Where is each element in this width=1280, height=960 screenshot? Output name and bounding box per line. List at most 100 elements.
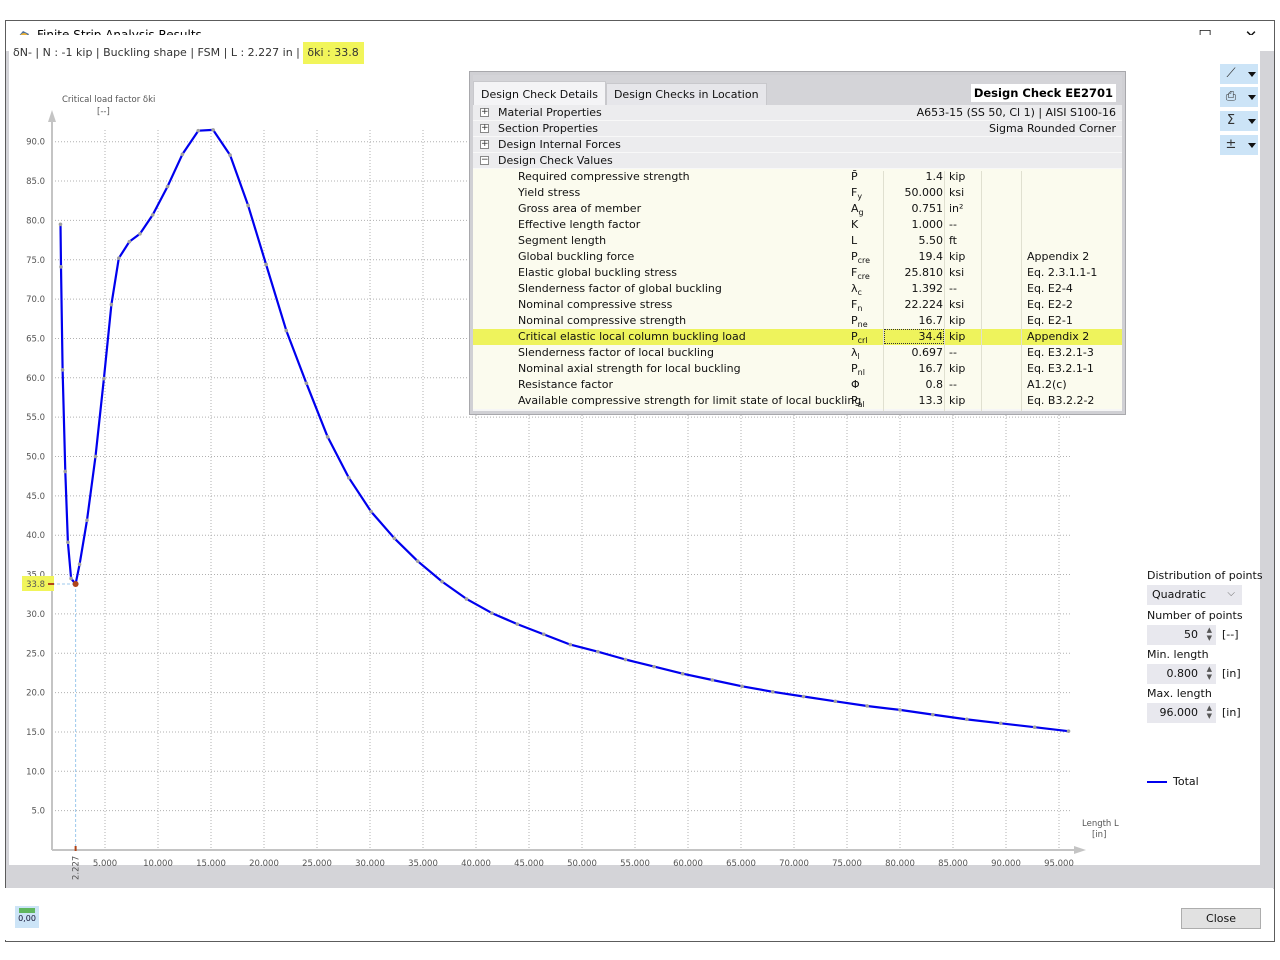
row-value: 16.7 (918, 362, 944, 375)
tab-design-check-details[interactable]: Design Check Details (473, 81, 606, 105)
row-value: 22.224 (904, 298, 944, 311)
row-unit: kip (949, 394, 966, 407)
check-value-row[interactable]: Available compressive strength for limit… (473, 393, 1122, 409)
x-tick-label: 85.000 (938, 859, 968, 869)
x-tick-label: 75.000 (832, 859, 862, 869)
data-point (304, 381, 309, 386)
tree-group-row[interactable]: + Design Internal Forces (473, 137, 1122, 153)
column-divider (1021, 171, 1022, 411)
chart-legend: Total (1147, 775, 1199, 788)
axis-scale-button[interactable]: ± (1220, 135, 1258, 155)
dropdown-caret-icon[interactable] (1248, 71, 1256, 77)
row-unit: ft (949, 234, 957, 247)
check-value-row[interactable]: Global buckling force Pcre 19.4 kip Appe… (473, 249, 1122, 265)
data-point (898, 708, 902, 712)
check-value-row[interactable]: Nominal axial strength for local bucklin… (473, 361, 1122, 377)
check-value-row[interactable]: Slenderness factor of global buckling λc… (473, 281, 1122, 297)
tree-group-row[interactable]: + Material Properties A653-15 (SS 50, Cl… (473, 105, 1122, 121)
tree-group-row[interactable]: − Design Check Values (473, 153, 1122, 169)
row-unit: kip (949, 330, 966, 343)
collapse-icon[interactable]: − (480, 156, 489, 165)
dropdown-caret-icon[interactable] (1248, 118, 1256, 124)
data-point (85, 518, 89, 523)
x-tick-label: 90.000 (991, 859, 1021, 869)
y-tick-label: 55.0 (26, 413, 45, 423)
dropdown-caret-icon[interactable] (1248, 94, 1256, 100)
max-length-input[interactable]: 96.000 ▲ ▼ (1147, 703, 1216, 723)
row-label: Global buckling force (518, 250, 635, 263)
expand-icon[interactable]: + (480, 108, 489, 117)
row-value: 19.4 (918, 250, 944, 263)
y-axis-arrow-icon (48, 110, 56, 122)
chevron-down-icon: ⌵ (1227, 588, 1235, 599)
row-reference: Eq. E2-2 (1027, 298, 1073, 311)
expand-icon[interactable]: + (480, 140, 489, 149)
min-length-label: Min. length (1147, 648, 1209, 661)
data-point (66, 540, 70, 545)
check-value-row[interactable]: Elastic global buckling stress Fcre 25.8… (473, 265, 1122, 281)
check-value-row[interactable]: Nominal compressive strength Pne 16.7 ki… (473, 313, 1122, 329)
row-unit: -- (949, 378, 957, 391)
row-symbol: Ag (851, 202, 864, 218)
spinner-arrows-icon[interactable]: ▲ ▼ (1207, 665, 1212, 681)
data-point (63, 469, 68, 474)
y-tick-label: 80.0 (26, 216, 45, 226)
sigma-button[interactable]: Σ (1220, 111, 1258, 131)
y-tick-label: 15.0 (26, 728, 45, 738)
data-point (542, 632, 546, 637)
x-tick-label: 70.000 (779, 859, 809, 869)
x-tick-label: 60.000 (673, 859, 703, 869)
check-value-row[interactable]: Resistance factor Φ 0.8 -- A1.2(c) (473, 377, 1122, 393)
spinner-arrows-icon[interactable]: ▲ ▼ (1207, 626, 1212, 642)
graph-axes-button[interactable]: ⟋ (1220, 64, 1258, 84)
row-reference: Eq. 2.3.1.1-1 (1027, 266, 1098, 279)
y-axis-unit: [--] (97, 107, 110, 117)
check-value-row[interactable]: Required compressive strength P̄ 1.4 kip (473, 169, 1122, 185)
y-tick-label: 85.0 (26, 177, 45, 187)
tab-design-checks-in-location[interactable]: Design Checks in Location (605, 83, 767, 105)
row-symbol: Fcre (851, 266, 870, 282)
y-axis-label: Critical load factor δki (62, 95, 155, 105)
row-label: Critical elastic local column buckling l… (518, 330, 746, 343)
data-point (998, 721, 1003, 726)
min-length-input[interactable]: 0.800 ▲ ▼ (1147, 664, 1216, 684)
distribution-select[interactable]: Quadratic ⌵ (1147, 585, 1242, 605)
row-unit: kip (949, 314, 966, 327)
row-symbol: L (851, 234, 858, 247)
row-value: 16.7 (918, 314, 944, 327)
y-tick-label: 60.0 (26, 374, 45, 384)
y-tick-label: 30.0 (26, 610, 45, 620)
row-value: 0.8 (925, 378, 944, 391)
check-value-row[interactable]: Slenderness factor of local buckling λl … (473, 345, 1122, 361)
check-value-row[interactable]: Critical elastic local column buckling l… (473, 329, 1122, 345)
data-point (490, 611, 494, 615)
check-value-row[interactable]: Gross area of member Ag 0.751 in² (473, 201, 1122, 217)
x-tick-label: 10.000 (143, 859, 173, 869)
row-unit: ksi (949, 266, 965, 279)
axis-scale-icon: ± (1225, 137, 1237, 152)
data-point (109, 302, 114, 307)
check-value-row[interactable]: Nominal compressive stress Fn 22.224 ksi… (473, 297, 1122, 313)
expand-icon[interactable]: + (480, 124, 489, 133)
row-unit: kip (949, 170, 966, 183)
print-button[interactable]: ⎙ (1220, 87, 1258, 107)
group-label: Design Check Values (498, 154, 613, 167)
tree-group-row[interactable]: + Section Properties Sigma Rounded Corne… (473, 121, 1122, 137)
data-point (623, 657, 628, 662)
data-point (596, 649, 600, 654)
design-check-tree: + Material Properties A653-15 (SS 50, Cl… (473, 105, 1122, 411)
spinner-arrows-icon[interactable]: ▲ ▼ (1207, 704, 1212, 720)
data-point (1032, 725, 1037, 730)
y-tick-label: 40.0 (26, 531, 45, 541)
check-value-row[interactable]: Yield stress Fy 50.000 ksi (473, 185, 1122, 201)
number-format-button[interactable]: 0,00 (15, 906, 39, 928)
check-value-row[interactable]: Effective length factor K 1.000 -- (473, 217, 1122, 233)
data-point (710, 678, 715, 682)
number-of-points-input[interactable]: 50 ▲ ▼ (1147, 625, 1216, 645)
group-label: Section Properties (498, 122, 598, 135)
row-symbol: λl (851, 346, 860, 362)
row-unit: -- (949, 218, 957, 231)
check-value-row[interactable]: Segment length L 5.50 ft (473, 233, 1122, 249)
close-button[interactable]: Close (1181, 908, 1261, 929)
dropdown-caret-icon[interactable] (1248, 142, 1256, 148)
